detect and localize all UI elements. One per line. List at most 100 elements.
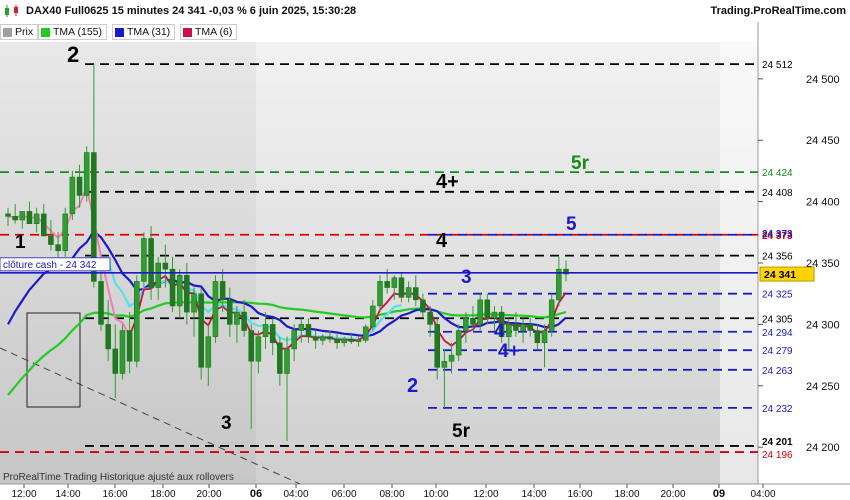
candle-body	[563, 268, 569, 275]
legend-swatch	[115, 27, 124, 37]
y-tick-label: 24 250	[806, 381, 840, 393]
future-area	[720, 42, 758, 484]
level-label: 24 305	[762, 314, 793, 325]
candle-body	[420, 299, 426, 313]
wave-label: 4	[494, 321, 505, 342]
candle-body	[277, 342, 283, 374]
candle-body	[76, 176, 83, 196]
wave-label: 1	[15, 232, 26, 253]
y-tick-label: 24 450	[806, 135, 840, 147]
candle-body	[162, 262, 169, 270]
candle-body	[455, 330, 462, 356]
candle-body	[548, 299, 555, 331]
level-label: 24 424	[762, 168, 793, 179]
candlestick-logo-icon	[5, 5, 18, 17]
price-axis	[758, 22, 850, 484]
candle-body	[362, 326, 369, 341]
candle-body	[506, 324, 512, 337]
candle-body	[69, 176, 76, 215]
legend-item-price[interactable]: Prix	[0, 24, 39, 40]
candle-body	[298, 324, 305, 331]
tma6-line	[128, 274, 567, 350]
candle-body	[291, 330, 297, 350]
candle-body	[377, 281, 383, 307]
y-tick-label: 24 500	[806, 74, 840, 86]
candle-body	[498, 311, 505, 337]
candle-body	[384, 281, 390, 288]
x-tick-label: 20:00	[196, 489, 221, 500]
candle-body	[219, 281, 226, 301]
candle-body	[284, 348, 290, 374]
plot-area	[0, 42, 758, 484]
candle-body	[191, 293, 197, 313]
legend-label: TMA (6)	[195, 26, 233, 38]
x-tick-label: 04:00	[283, 489, 308, 500]
candle-body	[248, 330, 254, 362]
candle-body	[112, 348, 119, 374]
candle-body	[484, 299, 491, 319]
x-tick-label: 18:00	[150, 489, 175, 500]
x-tick-label: 12:00	[11, 489, 36, 500]
level-label: 24 201	[762, 437, 793, 448]
legend-swatch	[3, 27, 12, 37]
candle-body	[141, 238, 147, 282]
footer-note: ProRealTime Trading Historique ajusté au…	[3, 472, 234, 483]
price-chart[interactable]: 24 51224 42424 40824 37324 37324 35624 3…	[0, 0, 850, 500]
range-box	[26, 312, 81, 408]
candle-body	[98, 281, 104, 325]
wave-label: 2	[67, 42, 79, 67]
title-bar: DAX40 Full0625 15 minutes 24 341 -0,03 %…	[0, 0, 850, 22]
candle-body	[541, 330, 548, 344]
candle-body	[212, 281, 219, 337]
wave-label: 3	[461, 267, 472, 288]
level-label: 24 232	[762, 404, 793, 415]
level-label: 24 356	[762, 252, 793, 263]
x-tick-label: 16:00	[102, 489, 127, 500]
legend-label: TMA (31)	[127, 26, 171, 38]
candle-body	[477, 299, 483, 325]
x-tick-label: 14:00	[55, 489, 80, 500]
candle-body	[370, 305, 376, 328]
legend-swatch	[183, 27, 192, 37]
level-label: 24 325	[762, 290, 793, 301]
level-label: 24 294	[762, 328, 793, 339]
x-tick-label: 18:00	[614, 489, 639, 500]
candle-body	[176, 275, 183, 307]
wave-label: 5	[566, 214, 577, 235]
candle-body	[105, 324, 111, 350]
tma31-line	[7, 229, 567, 338]
wave-label: 5r	[571, 153, 590, 174]
legend-item-tma31[interactable]: TMA (31)	[112, 24, 176, 40]
current-price-box	[759, 266, 815, 282]
y-tick-label: 24 300	[806, 319, 840, 331]
x-tick-label: 20:00	[660, 489, 685, 500]
candle-body	[398, 277, 405, 298]
candle-body	[26, 211, 33, 224]
candle-body	[355, 340, 362, 342]
tma155-line	[7, 301, 567, 396]
candle-body	[434, 324, 440, 368]
y-tick-label: 24 400	[806, 197, 840, 209]
candle-body	[534, 330, 541, 344]
candle-body	[463, 318, 469, 331]
legend-item-tma6[interactable]: TMA (6)	[180, 24, 238, 40]
candle-body	[19, 211, 26, 221]
wave-label: 4+	[498, 341, 520, 362]
candle-body	[513, 324, 519, 331]
candle-body	[55, 244, 61, 251]
current-price-label: 24 341	[764, 269, 796, 281]
candle-body	[255, 336, 262, 362]
level-label: 24 196	[762, 450, 793, 461]
wave-label: 4	[436, 230, 448, 252]
x-tick-label: 06:00	[331, 489, 356, 500]
x-tick-label: 12:00	[473, 489, 498, 500]
tma31-highlight-line	[107, 260, 402, 342]
level-label: 24 373	[762, 231, 793, 242]
candle-body	[441, 360, 448, 368]
candle-body	[405, 287, 412, 298]
legend-label: Prix	[15, 26, 34, 38]
legend-item-tma155[interactable]: TMA (155)	[38, 24, 108, 40]
chart-title: DAX40 Full0625 15 minutes 24 341 -0,03 %…	[26, 5, 357, 17]
candle-body	[5, 213, 11, 217]
indicator-legend: Prix TMA (155) TMA (31) TMA (6)	[0, 22, 600, 40]
